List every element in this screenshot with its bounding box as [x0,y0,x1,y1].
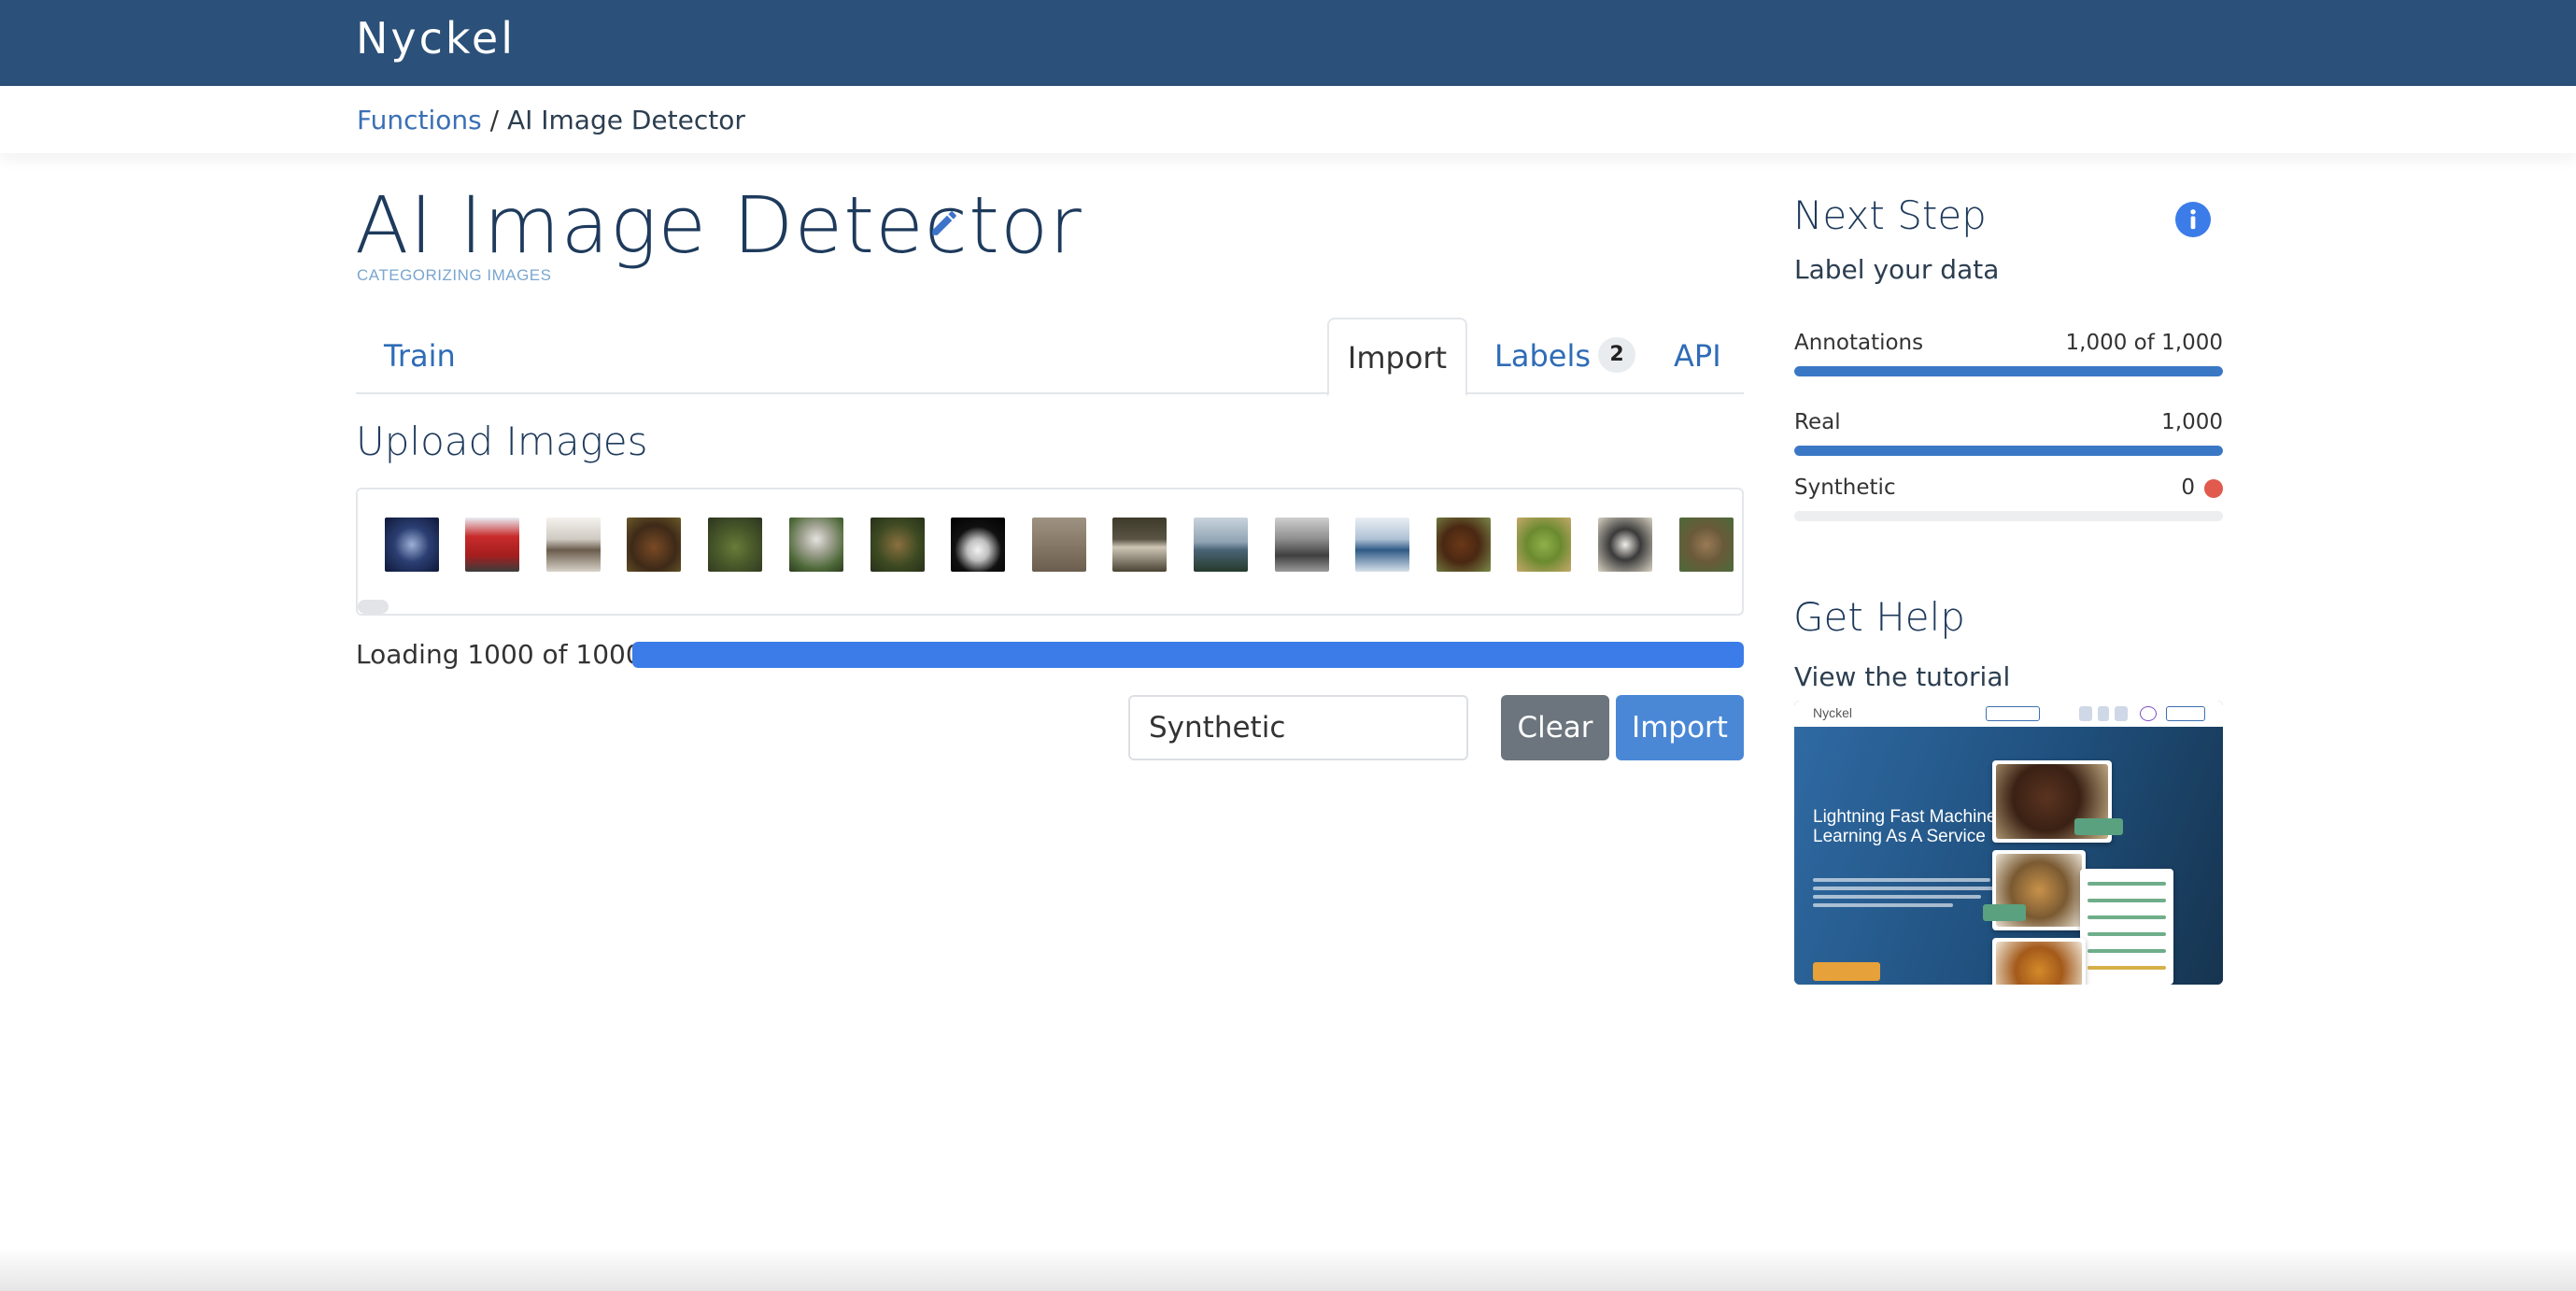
metric-annotations: Annotations 1,000 of 1,000 [1794,331,2223,376]
tutorial-nav-link [2115,706,2128,721]
metric-bar [1794,511,2223,521]
thumbnail-image [1598,518,1652,572]
image-thumbnail-strip[interactable] [356,488,1744,616]
strip-scrollbar-thumb[interactable] [358,600,389,614]
top-navbar: Nyckel [0,0,2576,86]
clear-button[interactable]: Clear [1501,695,1609,760]
label-input[interactable] [1128,695,1468,760]
tutorial-body-text [1813,878,2000,912]
thumbnail-image [708,518,762,572]
tutorial-results-panel [2080,869,2173,985]
tutorial-cta [1813,962,1880,981]
thumbnail-image [465,518,519,572]
metric-value: 1,000 [2161,410,2223,434]
tutorial-tag [1983,904,2026,921]
error-status-dot [2204,479,2223,498]
get-help-title: Get Help [1793,594,1965,640]
breadcrumb-bar: Functions / AI Image Detector [0,86,2576,153]
tab-train[interactable]: Train [384,318,456,394]
thumbnail-image [951,518,1005,572]
thumbnail-image [870,518,925,572]
thumbnail-image [1437,518,1491,572]
function-type: CATEGORIZING IMAGES [357,266,552,284]
thumbnail-image [1275,518,1329,572]
metric-bar [1794,446,2223,456]
loading-status: Loading 1000 of 1000 [356,639,643,670]
tutorial-thumbnail[interactable]: Nyckel Lightning Fast Machine Learning A… [1794,701,2223,985]
tutorial-nav-button [2166,706,2205,721]
tutorial-nav-link [2079,706,2092,721]
thumbnail-image [385,518,439,572]
thumbnail-image [1679,518,1734,572]
page-title: AI Image Detector [355,179,1083,271]
thumbnail-image [1517,518,1571,572]
breadcrumb-current: AI Image Detector [506,105,745,135]
tab-api[interactable]: API [1674,318,1721,394]
bottom-shadow [0,1247,2576,1291]
tutorial-hero: Lightning Fast Machine Learning As A Ser… [1794,727,2223,985]
metric-value: 1,000 of 1,000 [2065,331,2223,355]
tutorial-link[interactable]: View the tutorial [1794,661,2010,692]
tab-import[interactable]: Import [1327,318,1467,396]
function-tabs: Train Import Labels 2 API [356,318,1744,396]
tab-labels[interactable]: Labels 2 [1494,318,1635,394]
next-step-title: Next Step [1793,192,1987,238]
metric-name: Real [1794,410,1841,434]
metric-bar [1794,366,2223,376]
thumbnail-image [1112,518,1167,572]
breadcrumb-separator: / [489,105,500,135]
upload-progress-bar [632,642,1744,668]
brand-logo[interactable]: Nyckel [356,13,516,64]
info-icon[interactable] [2175,202,2211,237]
upload-progress-fill [632,642,1744,668]
labels-count-badge: 2 [1598,337,1635,373]
pencil-icon[interactable] [928,207,960,239]
metric-bar-fill [1794,366,2223,376]
metric-real: Real 1,000 [1794,410,2223,456]
thumbnail-image [1194,518,1248,572]
tutorial-nav-link [2098,706,2109,721]
thumbnail-image [1032,518,1086,572]
tutorial-brand: Nyckel [1813,705,1853,720]
tutorial-nav: Nyckel [1794,701,2223,727]
next-step-subtitle: Label your data [1794,254,2000,285]
tutorial-nav-avatar [2140,706,2157,721]
breadcrumb: Functions / AI Image Detector [357,105,745,135]
tutorial-card [1992,938,2086,985]
metric-value: 0 [2181,475,2195,500]
metric-name: Synthetic [1794,475,1896,500]
metric-synthetic: Synthetic 0 [1794,475,2223,521]
metric-bar-fill [1794,446,2223,456]
import-button[interactable]: Import [1616,695,1744,760]
thumbnail-image [546,518,601,572]
metric-name: Annotations [1794,331,1924,355]
breadcrumb-functions-link[interactable]: Functions [357,105,482,135]
thumbnail-image [1355,518,1409,572]
tutorial-headline: Lightning Fast Machine Learning As A Ser… [1813,807,1997,846]
tab-labels-label: Labels [1494,338,1591,374]
tutorial-nav-button [1986,706,2040,721]
tutorial-tag [2074,818,2123,835]
thumbnail-image [627,518,681,572]
thumbnail-image [789,518,843,572]
upload-images-title: Upload Images [356,419,648,464]
